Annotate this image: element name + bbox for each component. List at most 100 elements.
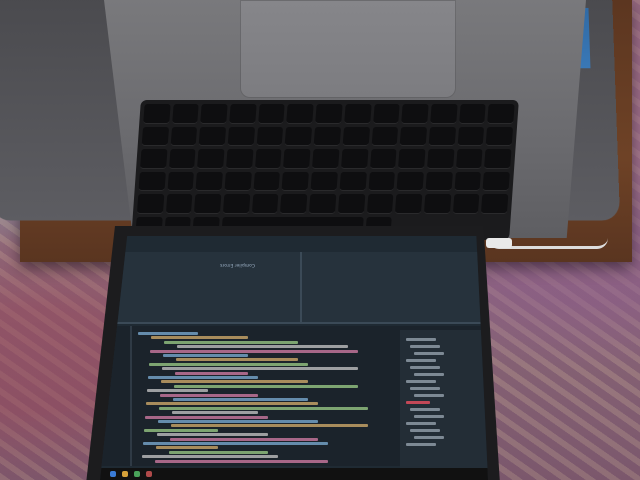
tree-item[interactable]: [414, 394, 444, 397]
tree-item[interactable]: [406, 443, 436, 446]
tree-item[interactable]: [406, 359, 436, 362]
keyboard-key[interactable]: [396, 171, 424, 191]
keyboard-key[interactable]: [195, 171, 223, 191]
keyboard-key[interactable]: [458, 104, 486, 124]
tree-item[interactable]: [410, 345, 440, 348]
keyboard-key[interactable]: [141, 126, 169, 146]
keyboard-key[interactable]: [368, 171, 396, 191]
keyboard-key[interactable]: [229, 104, 257, 124]
keyboard-key[interactable]: [168, 149, 196, 169]
keyboard-key[interactable]: [140, 149, 168, 169]
keyboard-key[interactable]: [484, 149, 512, 169]
browser-icon[interactable]: [146, 471, 152, 477]
keyboard-key[interactable]: [283, 149, 311, 169]
keyboard-key[interactable]: [427, 149, 455, 169]
keyboard-key[interactable]: [143, 104, 171, 124]
keyboard-key[interactable]: [226, 149, 254, 169]
keyboard-key[interactable]: [485, 126, 514, 146]
keyboard-key[interactable]: [481, 194, 509, 214]
keyboard-key[interactable]: [399, 126, 427, 146]
laptop-screen[interactable]: Compiler Errors: [100, 236, 488, 480]
tree-item[interactable]: [414, 415, 444, 418]
keyboard-key[interactable]: [312, 149, 340, 169]
keyboard-key[interactable]: [136, 194, 165, 214]
code-line: [142, 455, 278, 459]
tree-item[interactable]: [410, 408, 440, 411]
keyboard-key[interactable]: [425, 171, 453, 191]
trackpad[interactable]: [240, 0, 456, 98]
terminal-icon[interactable]: [134, 471, 140, 477]
keyboard-key[interactable]: [457, 126, 485, 146]
keyboard-key[interactable]: [401, 104, 429, 124]
keyboard-key[interactable]: [315, 104, 343, 124]
keyboard-key[interactable]: [165, 194, 193, 214]
keyboard-key[interactable]: [285, 126, 313, 146]
code-line: [158, 420, 318, 423]
keyboard-key[interactable]: [199, 126, 227, 146]
keyboard-key[interactable]: [313, 126, 341, 146]
keyboard-key[interactable]: [340, 149, 368, 169]
code-line: [174, 384, 358, 388]
keyboard-key[interactable]: [286, 104, 314, 124]
tree-item[interactable]: [414, 436, 444, 439]
console-pane: [100, 252, 488, 324]
tree-item[interactable]: [414, 352, 444, 355]
keyboard-key[interactable]: [372, 104, 400, 124]
start-icon[interactable]: [110, 471, 116, 477]
keyboard-key[interactable]: [251, 194, 279, 214]
tree-item[interactable]: [410, 366, 440, 369]
keyboard-key[interactable]: [167, 171, 195, 191]
tree-item[interactable]: [410, 429, 440, 432]
keyboard-key[interactable]: [371, 126, 399, 146]
tree-item[interactable]: [414, 373, 444, 376]
keyboard-key[interactable]: [258, 104, 286, 124]
keyboard-key[interactable]: [428, 126, 456, 146]
keyboard-key[interactable]: [455, 149, 483, 169]
code-line: [151, 336, 248, 340]
tree-item[interactable]: [410, 387, 440, 390]
taskbar: [100, 468, 488, 480]
keyboard-key[interactable]: [454, 171, 482, 191]
code-line: [176, 358, 298, 362]
keyboard-key[interactable]: [138, 171, 166, 191]
keyboard-key[interactable]: [224, 171, 252, 191]
keyboard-key[interactable]: [310, 171, 338, 191]
tree-item[interactable]: [406, 401, 430, 404]
keyboard-key[interactable]: [369, 149, 397, 169]
keyboard-key[interactable]: [281, 171, 310, 191]
keyboard-key[interactable]: [366, 194, 394, 214]
keyboard-key[interactable]: [227, 126, 255, 146]
keyboard-key[interactable]: [254, 149, 282, 169]
code-line: [146, 402, 318, 406]
keyboard-key[interactable]: [200, 104, 228, 124]
keyboard-key[interactable]: [309, 194, 337, 214]
keyboard-key[interactable]: [395, 194, 423, 214]
keyboard-key[interactable]: [171, 104, 199, 124]
folder-icon[interactable]: [122, 471, 128, 477]
keyboard-key[interactable]: [430, 104, 458, 124]
keyboard-key[interactable]: [194, 194, 222, 214]
pane-divider: [300, 252, 302, 322]
keyboard-key[interactable]: [487, 104, 515, 124]
keyboard-key[interactable]: [423, 194, 451, 214]
code-line: [144, 428, 218, 432]
keyboard-key[interactable]: [337, 194, 365, 214]
code-line: [160, 393, 258, 397]
keyboard-key[interactable]: [280, 194, 308, 214]
tree-item[interactable]: [406, 380, 436, 383]
project-tree: [400, 330, 488, 470]
keyboard-key[interactable]: [223, 194, 251, 214]
keyboard-key[interactable]: [482, 171, 510, 191]
keyboard-key[interactable]: [170, 126, 198, 146]
keyboard-key[interactable]: [256, 126, 284, 146]
tree-item[interactable]: [406, 422, 436, 425]
keyboard-key[interactable]: [197, 149, 225, 169]
keyboard[interactable]: [131, 100, 519, 240]
keyboard-key[interactable]: [344, 104, 372, 124]
tree-item[interactable]: [406, 338, 436, 341]
keyboard-key[interactable]: [342, 126, 370, 146]
keyboard-key[interactable]: [398, 149, 426, 169]
keyboard-key[interactable]: [253, 171, 281, 191]
keyboard-key[interactable]: [452, 194, 480, 214]
keyboard-key[interactable]: [339, 171, 367, 191]
